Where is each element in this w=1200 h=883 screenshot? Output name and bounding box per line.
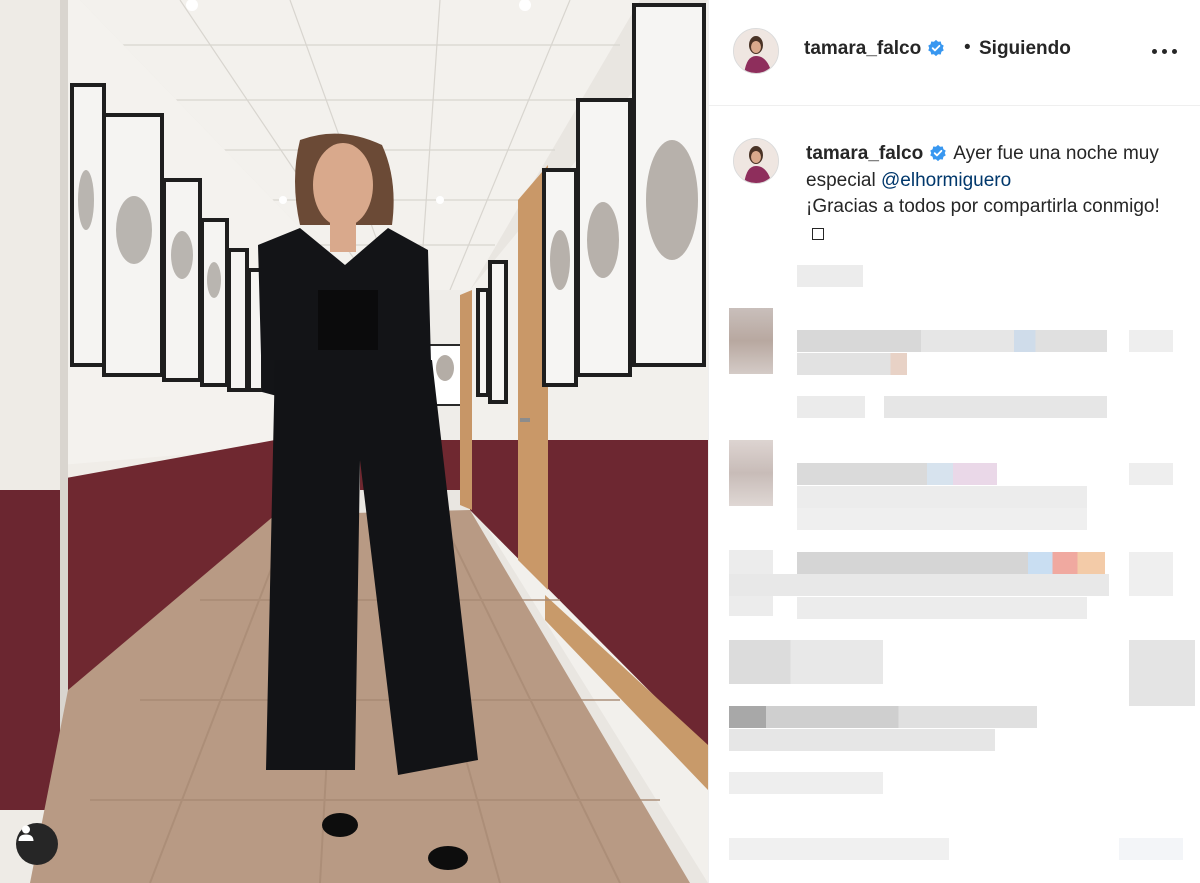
comment-text-pixelated [797, 353, 907, 375]
header-username-text: tamara_falco [804, 38, 922, 59]
like-icon-pixelated [1129, 463, 1173, 485]
comment-meta-pixelated [797, 597, 1087, 619]
comment-text-pixelated [729, 706, 1037, 728]
like-icon-pixelated [1129, 330, 1173, 352]
user-tag-icon [18, 825, 34, 841]
caption-username[interactable]: tamara_falco [806, 143, 923, 164]
post-photo[interactable] [0, 0, 708, 883]
comments-list-pixelated [709, 250, 1200, 883]
caption-text-2: ¡Gracias a todos por compartirla conmigo… [806, 196, 1160, 217]
comment-text-pixelated [797, 486, 1087, 508]
like-icon-pixelated [1129, 552, 1173, 596]
post-header: tamara_falco • Siguiendo [709, 0, 1200, 106]
user-tag-button[interactable] [16, 823, 58, 865]
avatar-image [734, 29, 778, 73]
verified-badge-icon [930, 144, 946, 162]
comment-text-pixelated [729, 640, 883, 684]
like-icon-pixelated [1129, 640, 1195, 706]
post-side-panel: tamara_falco • Siguiendo tamara_falco Aye… [708, 0, 1200, 883]
emoji-placeholder-icon [812, 227, 824, 240]
comment-text-pixelated [729, 729, 995, 751]
more-options-icon[interactable] [1150, 44, 1180, 58]
comment-text-pixelated [729, 574, 1109, 596]
comment-text-pixelated [797, 330, 1107, 352]
comment-meta-pixelated [797, 508, 1087, 530]
header-username[interactable]: tamara_falco [804, 38, 945, 60]
caption-avatar[interactable] [733, 138, 779, 184]
hallway-photo-illustration [0, 0, 708, 883]
following-button[interactable]: Siguiendo [979, 38, 1071, 60]
avatar[interactable] [733, 28, 779, 74]
comment-avatar-pixelated [729, 308, 773, 374]
verified-badge-icon [928, 39, 944, 57]
comment-avatar-pixelated [729, 440, 773, 506]
comment-text-pixelated [797, 463, 997, 485]
caption-timestamp-pixelated [797, 265, 863, 287]
caption-mention-link[interactable]: @elhormiguero [881, 170, 1011, 191]
comment-meta-pixelated [729, 772, 883, 794]
header-separator: • [964, 37, 971, 58]
post-caption: tamara_falco Ayer fue una noche muy espec… [806, 141, 1176, 247]
comment-meta-pixelated [797, 396, 1107, 418]
comment-meta-pixelated [1119, 838, 1183, 860]
comment-meta-pixelated [729, 838, 949, 860]
instagram-post-window: tamara_falco • Siguiendo tamara_falco Aye… [0, 0, 1200, 883]
comment-text-pixelated [797, 552, 1105, 574]
caption-avatar-image [734, 139, 778, 183]
